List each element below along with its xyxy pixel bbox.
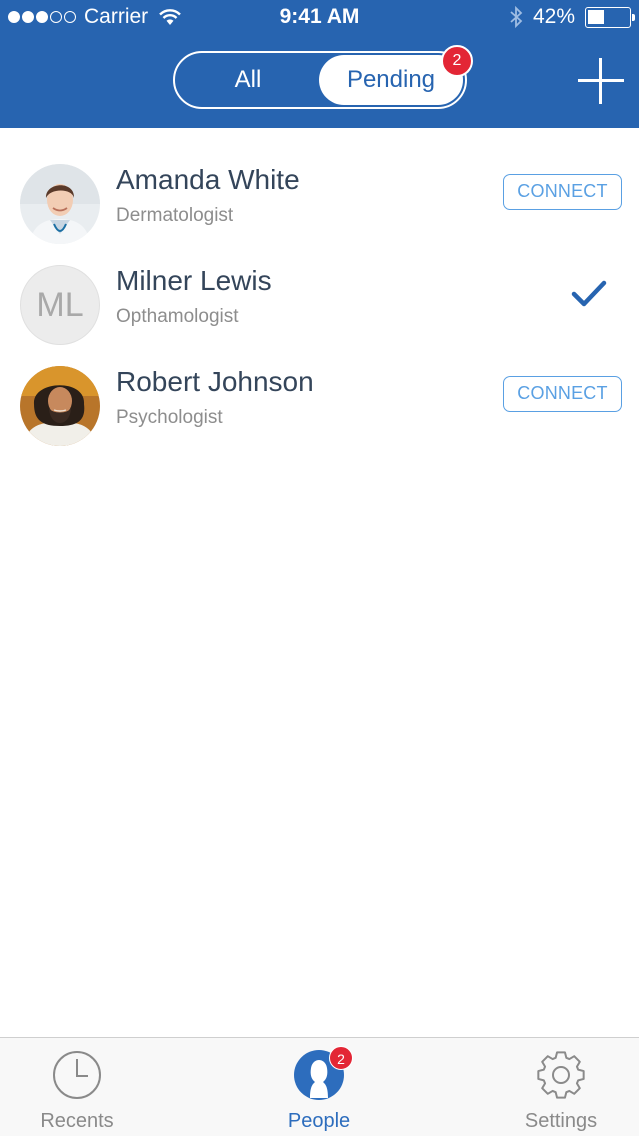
battery-percent: 42% [532,5,575,28]
app-header: Carrier 9:41 AM 42% All Pending 2 [0,0,639,128]
person-photo [20,366,100,446]
contact-role: Opthamologist [116,306,239,327]
tab-label: Recents [40,1110,114,1132]
tab-label: People [287,1110,351,1132]
connect-button[interactable]: CONNECT [503,174,622,210]
bluetooth-icon [510,5,523,29]
tab-recents[interactable]: Recents [0,1038,157,1136]
pending-count-badge: 2 [441,45,473,77]
avatar [20,366,100,446]
list-item[interactable]: Amanda White Dermatologist CONNECT [0,150,639,250]
add-contact-button[interactable] [578,58,624,104]
connect-button[interactable]: CONNECT [503,376,622,412]
tab-settings[interactable]: Settings [481,1038,639,1136]
contact-name: Milner Lewis [116,265,272,296]
avatar-initials: ML [20,265,100,345]
list-item[interactable]: Robert Johnson Psychologist CONNECT [0,352,639,452]
status-right: 42% [509,5,635,29]
contact-role: Dermatologist [116,205,234,226]
status-bar: Carrier 9:41 AM 42% [0,0,639,36]
contact-name: Amanda White [116,164,300,195]
gear-icon [537,1051,585,1099]
battery-icon [585,6,635,28]
checkmark-icon[interactable] [571,279,607,309]
contact-role: Psychologist [116,407,223,428]
people-badge: 2 [329,1046,353,1070]
list-item[interactable]: ML Milner Lewis Opthamologist [0,251,639,351]
tab-all[interactable]: All [175,53,321,107]
segmented-control: All Pending [173,51,467,109]
contact-name: Robert Johnson [116,366,314,397]
tab-people[interactable]: 2 People [239,1038,399,1136]
avatar [20,164,100,244]
tab-label: Settings [524,1110,598,1132]
doctor-photo [20,164,100,244]
tab-bar: Recents 2 People Settings [0,1037,639,1136]
clock-icon [53,1051,101,1099]
